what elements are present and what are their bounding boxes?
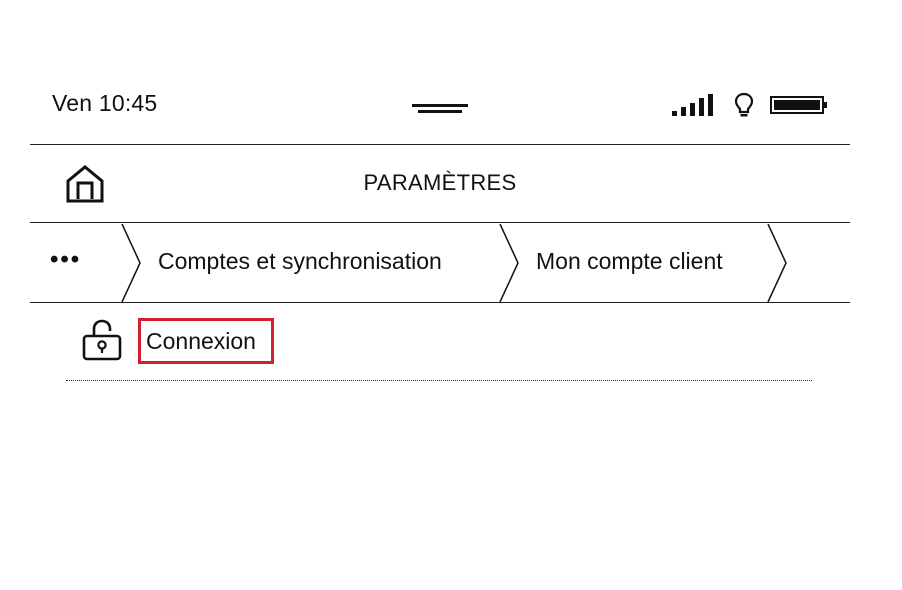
battery-icon [770, 96, 827, 114]
header-bottom-divider [30, 222, 850, 223]
list-item-connexion[interactable]: Connexion [66, 310, 812, 380]
status-icons [672, 90, 828, 120]
breadcrumb: ••• Comptes et synchronisation Mon compt… [30, 224, 850, 302]
breadcrumb-item-comptes[interactable]: Comptes et synchronisation [158, 248, 442, 275]
breadcrumb-separator-icon [767, 224, 787, 302]
header-top-divider [30, 144, 850, 145]
signal-icon [672, 94, 713, 116]
status-bar: Ven 10:45 [30, 82, 850, 126]
list-item-divider [66, 380, 812, 381]
unlocked-padlock-icon [82, 319, 122, 361]
breadcrumb-more-button[interactable]: ••• [50, 246, 81, 274]
breadcrumb-separator-icon [499, 224, 519, 302]
title-bar: PARAMÈTRES [30, 146, 850, 222]
lightbulb-icon[interactable] [734, 92, 754, 118]
breadcrumb-item-mon-compte[interactable]: Mon compte client [536, 248, 723, 275]
breadcrumb-separator-icon [121, 224, 141, 302]
list-item-label: Connexion [146, 328, 256, 354]
page-title: PARAMÈTRES [363, 170, 517, 195]
breadcrumb-bottom-divider [30, 302, 850, 303]
status-time: Ven 10:45 [52, 90, 158, 116]
pull-down-handle-icon[interactable] [412, 102, 468, 116]
